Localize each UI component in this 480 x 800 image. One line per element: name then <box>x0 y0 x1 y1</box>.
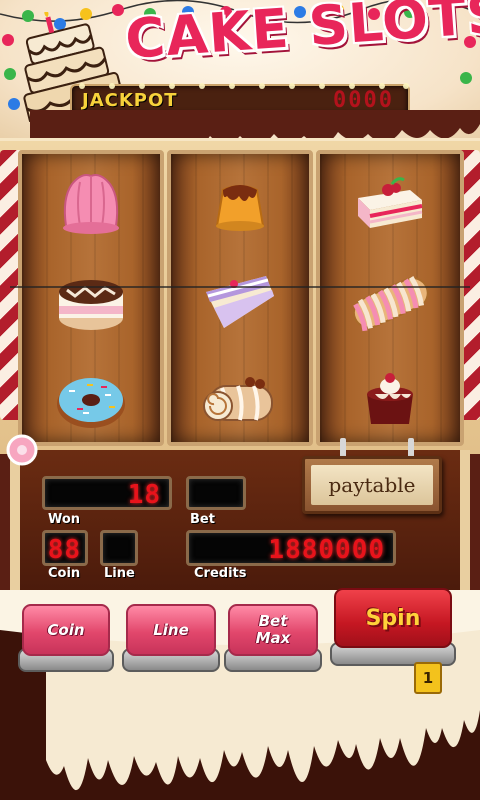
bet-max-label-line2: Max <box>255 629 291 647</box>
chocolate-drip-decoration <box>0 110 480 140</box>
spin-button-face: Spin <box>334 588 452 648</box>
paytable-button[interactable]: paytable <box>302 456 442 514</box>
coin-value: 88 <box>47 535 81 565</box>
line-label: Line <box>104 566 135 581</box>
paytable-sign-board: paytable <box>311 465 433 505</box>
coin-button[interactable]: Coin <box>18 604 114 672</box>
pink-jelly-icon <box>22 154 160 252</box>
cake-slice-icon <box>171 252 309 350</box>
eclair-icon <box>320 252 460 350</box>
line-button-label: Line <box>153 620 189 639</box>
line-display <box>100 530 138 566</box>
reel-3 <box>316 150 464 446</box>
reel-1 <box>18 150 164 446</box>
bet-display <box>186 476 246 510</box>
swiss-roll-icon <box>171 350 309 448</box>
reel-2 <box>167 150 313 446</box>
bet-label: Bet <box>190 512 215 527</box>
coin-button-label: Coin <box>47 620 85 639</box>
credits-label: Credits <box>194 566 247 581</box>
coin-display: 88 <box>42 530 88 566</box>
coin-label: Coin <box>48 566 81 581</box>
line-button[interactable]: Line <box>122 604 220 672</box>
chocolate-cake-icon <box>22 252 160 350</box>
won-display: 18 <box>42 476 172 510</box>
bet-max-label-line1: Bet <box>258 612 288 630</box>
spin-count-badge: 1 <box>414 662 442 694</box>
flower-decoration <box>6 434 38 466</box>
bet-max-button[interactable]: Bet Max <box>224 604 322 672</box>
bet-max-button-face: Bet Max <box>228 604 318 656</box>
pudding-icon <box>171 154 309 252</box>
bet-max-button-label: Bet Max <box>256 613 291 647</box>
layer-cake-icon <box>320 154 460 252</box>
credits-display: 1880000 <box>186 530 396 566</box>
header: CAKE SLOTS JACKPOT 0000 <box>0 0 480 140</box>
donut-icon <box>22 350 160 448</box>
spin-button-label: Spin <box>365 605 421 631</box>
lava-cake-icon <box>320 350 460 448</box>
coin-button-face: Coin <box>22 604 110 656</box>
payline <box>10 286 470 288</box>
jackpot-label: JACKPOT <box>82 90 178 111</box>
paytable-label: paytable <box>328 473 416 497</box>
credits-value: 1880000 <box>268 535 385 565</box>
won-label: Won <box>48 512 81 527</box>
won-value: 18 <box>127 480 161 510</box>
line-button-face: Line <box>126 604 216 656</box>
